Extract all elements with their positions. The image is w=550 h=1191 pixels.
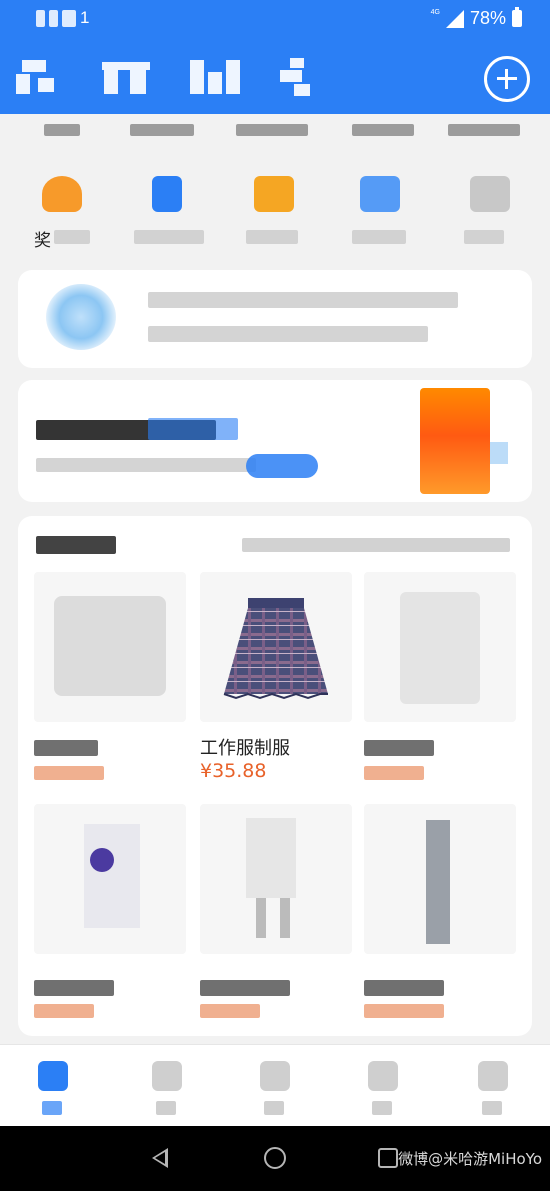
quick-entry-2[interactable]: [130, 168, 206, 248]
tab-icon: [368, 1061, 398, 1091]
app-header: 1 4G 78%: [0, 0, 550, 114]
tab-2[interactable]: [136, 1055, 196, 1119]
system-nav-bar: 微博@米哈游MiHoYo: [0, 1126, 550, 1191]
swirl-icon: [46, 284, 116, 350]
blue-grid-icon: [360, 176, 400, 212]
tab-icon: [478, 1061, 508, 1091]
nav-tab-2[interactable]: [102, 56, 150, 98]
product-image: [364, 572, 516, 722]
more-icon: [470, 176, 510, 212]
nav-tab-3[interactable]: [190, 56, 240, 98]
network-type: 4G: [430, 9, 440, 16]
tab-3[interactable]: [244, 1055, 304, 1119]
notification-icon: [36, 9, 45, 27]
quick-entry-reward[interactable]: 奖: [22, 168, 98, 251]
product-image: [200, 804, 352, 954]
status-left: 1: [36, 8, 89, 28]
nav-tab-1[interactable]: [16, 56, 58, 98]
tab-icon: [260, 1061, 290, 1091]
recents-icon[interactable]: [378, 1148, 398, 1168]
nav-tab-4[interactable]: [280, 56, 316, 98]
sim-icon: [62, 9, 76, 27]
recommend-section: 工作服制服 ¥35.88: [18, 516, 532, 1036]
tab-5[interactable]: [462, 1055, 522, 1119]
notification-icon: [49, 9, 58, 27]
product-name: 工作服制服: [200, 738, 290, 759]
quick-entry-label: 奖: [34, 231, 51, 251]
section-title: [36, 536, 116, 554]
add-circle-icon[interactable]: [481, 56, 530, 105]
back-icon[interactable]: [152, 1148, 168, 1168]
home-icon[interactable]: [264, 1147, 286, 1169]
promo-card[interactable]: [18, 380, 532, 502]
tab-icon: [152, 1061, 182, 1091]
promo-image: [420, 388, 508, 494]
home-tab-icon: [38, 1061, 68, 1091]
coin-bag-icon: [254, 176, 294, 212]
battery-percent: 78%: [469, 8, 506, 28]
status-right: 4G 78%: [430, 7, 522, 29]
tab-4[interactable]: [352, 1055, 412, 1119]
bottom-tab-bar: [0, 1044, 550, 1126]
tab-home[interactable]: [22, 1055, 82, 1119]
product-image: [200, 572, 352, 722]
quick-entry-5[interactable]: [450, 168, 526, 248]
blue-shape-icon: [152, 176, 182, 212]
reward-icon: [42, 176, 82, 212]
section-more-link[interactable]: [242, 538, 510, 552]
product-price: ¥35.88: [200, 760, 267, 782]
promo-pill-button[interactable]: [246, 454, 318, 478]
watermark: 微博@米哈游MiHoYo: [398, 1150, 542, 1168]
quick-entry-4[interactable]: [340, 168, 416, 248]
skirt-image: [223, 598, 328, 700]
status-bar: 1 4G 78%: [0, 0, 550, 40]
battery-icon: [512, 7, 522, 27]
product-image: [34, 572, 186, 722]
category-tab-row: [0, 118, 550, 142]
quick-entry-row: 奖: [0, 168, 550, 251]
sim-indicator: 1: [80, 8, 90, 27]
info-card[interactable]: [18, 270, 532, 368]
top-nav: [0, 48, 550, 108]
quick-entry-3[interactable]: [234, 168, 310, 248]
product-image: [364, 804, 516, 954]
signal-icon: [445, 9, 464, 28]
product-image: [34, 804, 186, 954]
